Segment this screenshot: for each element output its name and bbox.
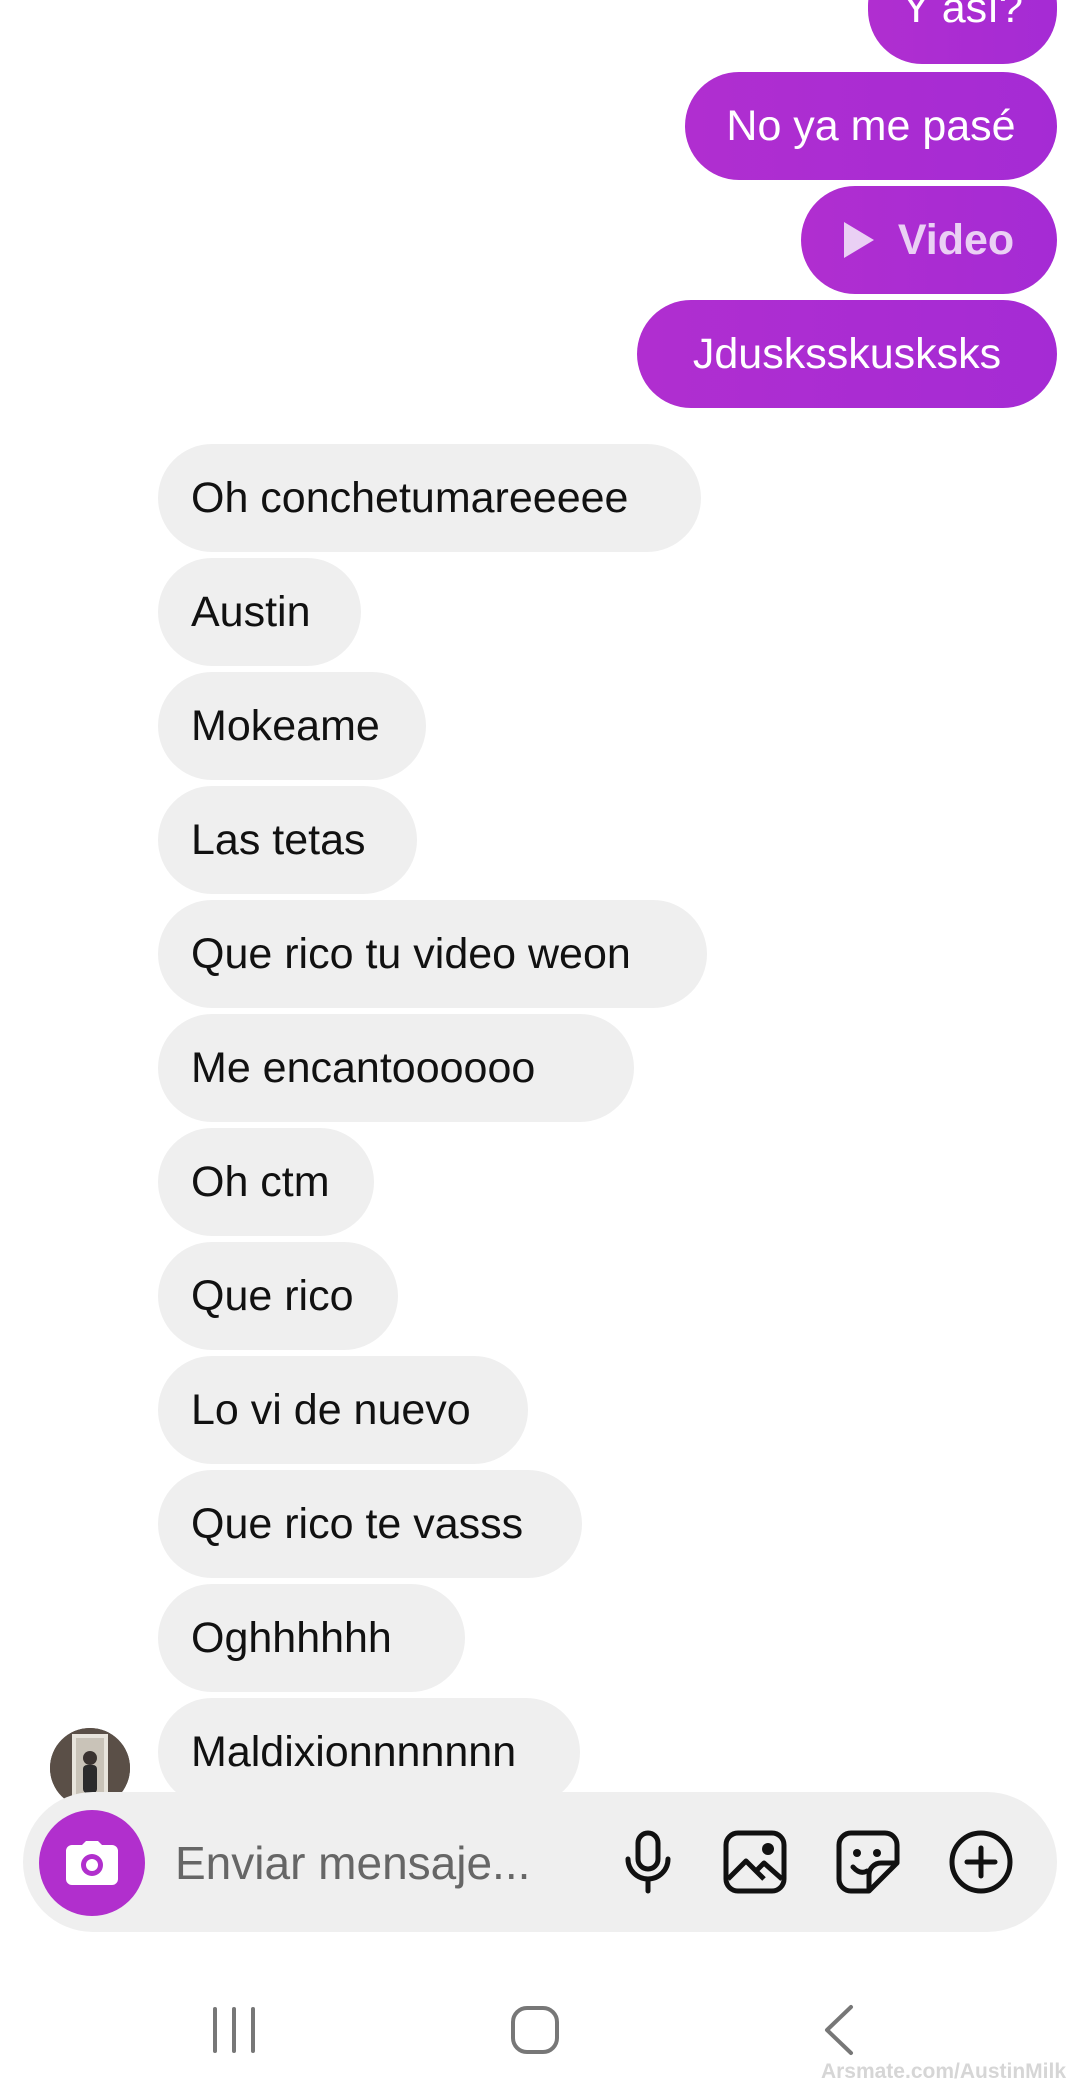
sent-message[interactable]: No ya me pasé bbox=[685, 72, 1057, 180]
received-message[interactable]: Que rico bbox=[158, 1242, 398, 1350]
message-text: Video bbox=[897, 215, 1015, 264]
sent-video-message[interactable]: Video bbox=[801, 186, 1057, 294]
camera-icon bbox=[66, 1841, 118, 1885]
received-message[interactable]: Mokeame bbox=[158, 672, 426, 780]
message-text: Que rico bbox=[191, 1271, 354, 1320]
home-icon[interactable] bbox=[500, 1995, 570, 2065]
received-message[interactable]: Las tetas bbox=[158, 786, 417, 894]
back-icon[interactable] bbox=[805, 1995, 875, 2065]
message-text: Jdusksskusksks bbox=[692, 329, 1002, 378]
message-text: Me encantoooooo bbox=[191, 1043, 536, 1092]
message-text: Las tetas bbox=[191, 815, 366, 864]
received-message[interactable]: Que rico te vasss bbox=[158, 1470, 582, 1578]
received-message[interactable]: Oghhhhhh bbox=[158, 1584, 465, 1692]
microphone-icon[interactable] bbox=[613, 1827, 683, 1897]
received-message[interactable]: Lo vi de nuevo bbox=[158, 1356, 528, 1464]
received-message[interactable]: Austin bbox=[158, 558, 361, 666]
received-message[interactable]: Maldixionnnnnnn bbox=[158, 1698, 580, 1806]
message-text: Lo vi de nuevo bbox=[191, 1385, 471, 1434]
message-text: Oh conchetumareeeee bbox=[191, 473, 629, 522]
play-icon bbox=[843, 222, 874, 258]
message-text: Oh ctm bbox=[191, 1157, 330, 1206]
received-message[interactable]: Oh conchetumareeeee bbox=[158, 444, 701, 552]
sent-message[interactable]: Y así? bbox=[867, 0, 1057, 64]
recent-apps-icon[interactable] bbox=[199, 1995, 269, 2065]
message-text: Oghhhhhh bbox=[191, 1613, 392, 1662]
message-text: No ya me pasé bbox=[726, 101, 1016, 150]
message-text: Austin bbox=[191, 587, 311, 636]
received-message[interactable]: Me encantoooooo bbox=[158, 1014, 634, 1122]
message-composer bbox=[23, 1792, 1057, 1934]
message-text: Que rico tu video weon bbox=[191, 929, 631, 978]
received-message[interactable]: Que rico tu video weon bbox=[158, 900, 707, 1008]
message-text: Y así? bbox=[901, 0, 1023, 32]
sent-message[interactable]: Jdusksskusksks bbox=[637, 300, 1057, 408]
watermark: Arsmate.com/AustinMilk bbox=[820, 2060, 1066, 2083]
message-text: Mokeame bbox=[191, 701, 380, 750]
sticker-icon[interactable] bbox=[833, 1827, 903, 1897]
camera-button[interactable] bbox=[39, 1810, 145, 1916]
received-message[interactable]: Oh ctm bbox=[158, 1128, 374, 1236]
message-input[interactable] bbox=[173, 1792, 597, 1934]
message-text: Que rico te vasss bbox=[191, 1499, 524, 1548]
message-text: Maldixionnnnnnn bbox=[191, 1727, 517, 1776]
gallery-icon[interactable] bbox=[720, 1827, 790, 1897]
plus-icon[interactable] bbox=[946, 1827, 1016, 1897]
